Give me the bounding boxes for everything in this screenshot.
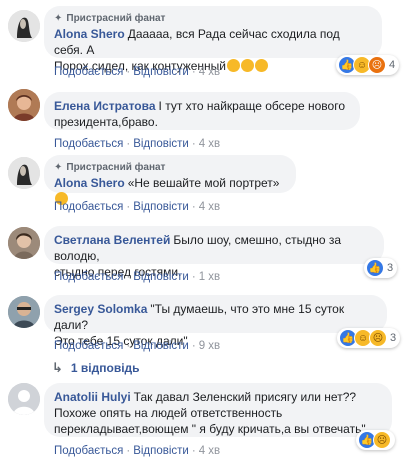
avatar[interactable]	[8, 227, 40, 259]
reply-link[interactable]: Відповісти	[133, 340, 189, 352]
reply-link[interactable]: Відповісти	[133, 445, 189, 457]
fan-badge: ✦ Пристрасний фанат	[54, 13, 166, 24]
comment-time[interactable]: 4 хв	[199, 201, 220, 213]
comment-author[interactable]: Alona Shero	[54, 27, 125, 41]
sad-reaction-icon: ☹	[373, 431, 391, 449]
avatar-image-icon	[8, 296, 40, 328]
avatar[interactable]	[8, 157, 40, 189]
comment-bubble: Светлана Велентей Было шоу, смешно, стыдн…	[44, 226, 384, 279]
comment-actions: Подобається · Відповісти · 4 хв	[54, 445, 221, 457]
comment-actions: Подобається · Відповісти · 1 хв	[54, 271, 221, 283]
reactions-summary[interactable]: 👍 ☺ ☹ 4	[336, 55, 400, 75]
comment-bubble: Sergey Solomka "Ты думаешь, что это мне 1…	[44, 295, 387, 348]
comment-text: І тут хто найкраще обсере нового	[158, 99, 346, 113]
comment-text-cont: президента,браво.	[54, 115, 158, 129]
comment-bubble: ✦ Пристрасний фанат Alona Shero Дааааа, вс…	[44, 6, 382, 73]
avatar-image-icon	[8, 10, 40, 42]
sad-reaction-icon: ☹	[369, 329, 387, 347]
reactions-summary[interactable]: 👍 3	[364, 258, 398, 278]
comment-author[interactable]: Sergey Solomka	[54, 302, 147, 316]
like-reaction-icon: 👍	[366, 259, 384, 277]
fan-badge: ✦ Пристрасний фанат	[54, 162, 166, 173]
default-avatar-icon	[8, 383, 40, 415]
grin-emoji-icon	[227, 59, 241, 72]
reply-link[interactable]: Відповісти	[133, 201, 189, 213]
like-link[interactable]: Подобається	[54, 138, 123, 150]
comment-time[interactable]: 1 хв	[199, 271, 220, 283]
comment-bubble: Anatolii Hulyi Так давал Зеленский присяг…	[44, 383, 392, 437]
grin-emoji-icon	[241, 59, 255, 72]
comment-time[interactable]: 4 хв	[199, 138, 220, 150]
badge-star-icon: ✦	[54, 162, 63, 173]
badge-star-icon: ✦	[54, 13, 63, 24]
comment-time[interactable]: 4 хв	[199, 445, 220, 457]
comment-bubble: ✦ Пристрасний фанат Alona Shero «Не вешайт…	[44, 155, 296, 205]
comment-text-cont: Похоже опять на людей ответственность	[54, 406, 283, 420]
avatar[interactable]	[8, 89, 40, 121]
grin-emoji-icon	[255, 59, 269, 72]
avatar-image-icon	[8, 89, 40, 121]
avatar-image-icon	[8, 227, 40, 259]
comment-actions: Подобається · Відповісти · 4 хв	[54, 201, 221, 213]
avatar[interactable]	[8, 296, 40, 328]
like-link[interactable]: Подобається	[54, 271, 123, 283]
comment-bubble: Елена Истратова І тут хто найкраще обсере…	[44, 92, 360, 130]
like-link[interactable]: Подобається	[54, 340, 123, 352]
comment-text: Так давал Зеленский присягу или нет??	[133, 390, 357, 404]
replies-count-label: 1 відповідь	[70, 361, 140, 375]
comment-time[interactable]: 4 хв	[199, 66, 220, 78]
reaction-count: 3	[390, 332, 397, 344]
comment-actions: Подобається · Відповісти · 4 хв	[54, 138, 221, 150]
comment-text-cont: перекладывает,воющем " я буду кричать,а …	[54, 422, 369, 436]
comment-author[interactable]: Alona Shero	[54, 176, 125, 190]
comment-text: «Не вешайте мой портрет»	[127, 176, 280, 190]
angry-reaction-icon: ☹	[368, 56, 386, 74]
reply-link[interactable]: Відповісти	[133, 271, 189, 283]
avatar[interactable]	[8, 10, 40, 42]
reaction-count: 3	[387, 262, 394, 274]
view-replies-link[interactable]: ↳ 1 відповідь	[52, 360, 140, 376]
comment-time[interactable]: 9 хв	[199, 340, 220, 352]
reply-arrow-icon: ↳	[52, 360, 63, 375]
comment-author[interactable]: Anatolii Hulyi	[54, 390, 131, 404]
reaction-count: 4	[389, 59, 396, 71]
comment-author[interactable]: Елена Истратова	[54, 99, 156, 113]
reactions-summary[interactable]: 👍 ☹	[356, 430, 395, 450]
like-link[interactable]: Подобається	[54, 66, 123, 78]
reply-link[interactable]: Відповісти	[133, 138, 189, 150]
comment-actions: Подобається · Відповісти · 4 хв	[54, 66, 221, 78]
reply-link[interactable]: Відповісти	[133, 66, 189, 78]
avatar-image-icon	[8, 157, 40, 189]
comment-author[interactable]: Светлана Велентей	[54, 233, 170, 247]
like-link[interactable]: Подобається	[54, 445, 123, 457]
like-link[interactable]: Подобається	[54, 201, 123, 213]
comment-actions: Подобається · Відповісти · 9 хв	[54, 340, 221, 352]
avatar[interactable]	[8, 383, 40, 415]
reactions-summary[interactable]: 👍 ☺ ☹ 3	[337, 328, 401, 348]
